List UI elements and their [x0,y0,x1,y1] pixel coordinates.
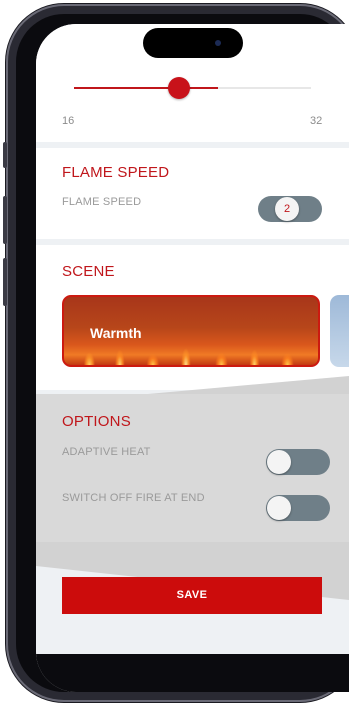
temperature-max-label: 32 [310,115,323,127]
adaptive-heat-toggle[interactable] [266,449,330,475]
side-button-volume-up [3,196,7,244]
dynamic-island [143,28,243,58]
options-panel: OPTIONS ADAPTIVE HEAT SWITCH OFF FIRE AT… [36,394,349,542]
switch-off-fire-label: SWITCH OFF FIRE AT END [62,492,205,504]
side-button-mute [3,142,7,168]
temperature-min-label: 16 [62,115,75,127]
side-button-volume-down [3,258,7,306]
switch-off-fire-toggle[interactable] [266,495,330,521]
flame-speed-label: FLAME SPEED [62,196,142,208]
flame-speed-card: FLAME SPEED FLAME SPEED 2 [36,148,349,239]
camera-dot [215,40,221,46]
temperature-slider-thumb[interactable] [168,77,190,99]
flame-speed-toggle-knob: 2 [275,197,299,221]
app-screen: 16 32 FLAME SPEED FLAME SPEED 2 SCENE Wa… [36,24,349,692]
scene-option-label: Warmth [90,325,142,341]
options-title: OPTIONS [62,413,131,430]
temperature-slider-track[interactable] [218,87,311,89]
flame-speed-toggle[interactable]: 2 [258,196,322,222]
switch-off-fire-toggle-knob [267,496,291,520]
bottom-bar [36,654,349,692]
adaptive-heat-label: ADAPTIVE HEAT [62,446,151,458]
scene-option-next[interactable] [330,295,349,367]
scene-title: SCENE [62,263,115,280]
flame-speed-title: FLAME SPEED [62,164,170,181]
adaptive-heat-toggle-knob [267,450,291,474]
scene-option-warmth[interactable]: Warmth [62,295,320,367]
save-button[interactable]: SAVE [62,577,322,614]
temperature-slider-fill [74,87,218,89]
